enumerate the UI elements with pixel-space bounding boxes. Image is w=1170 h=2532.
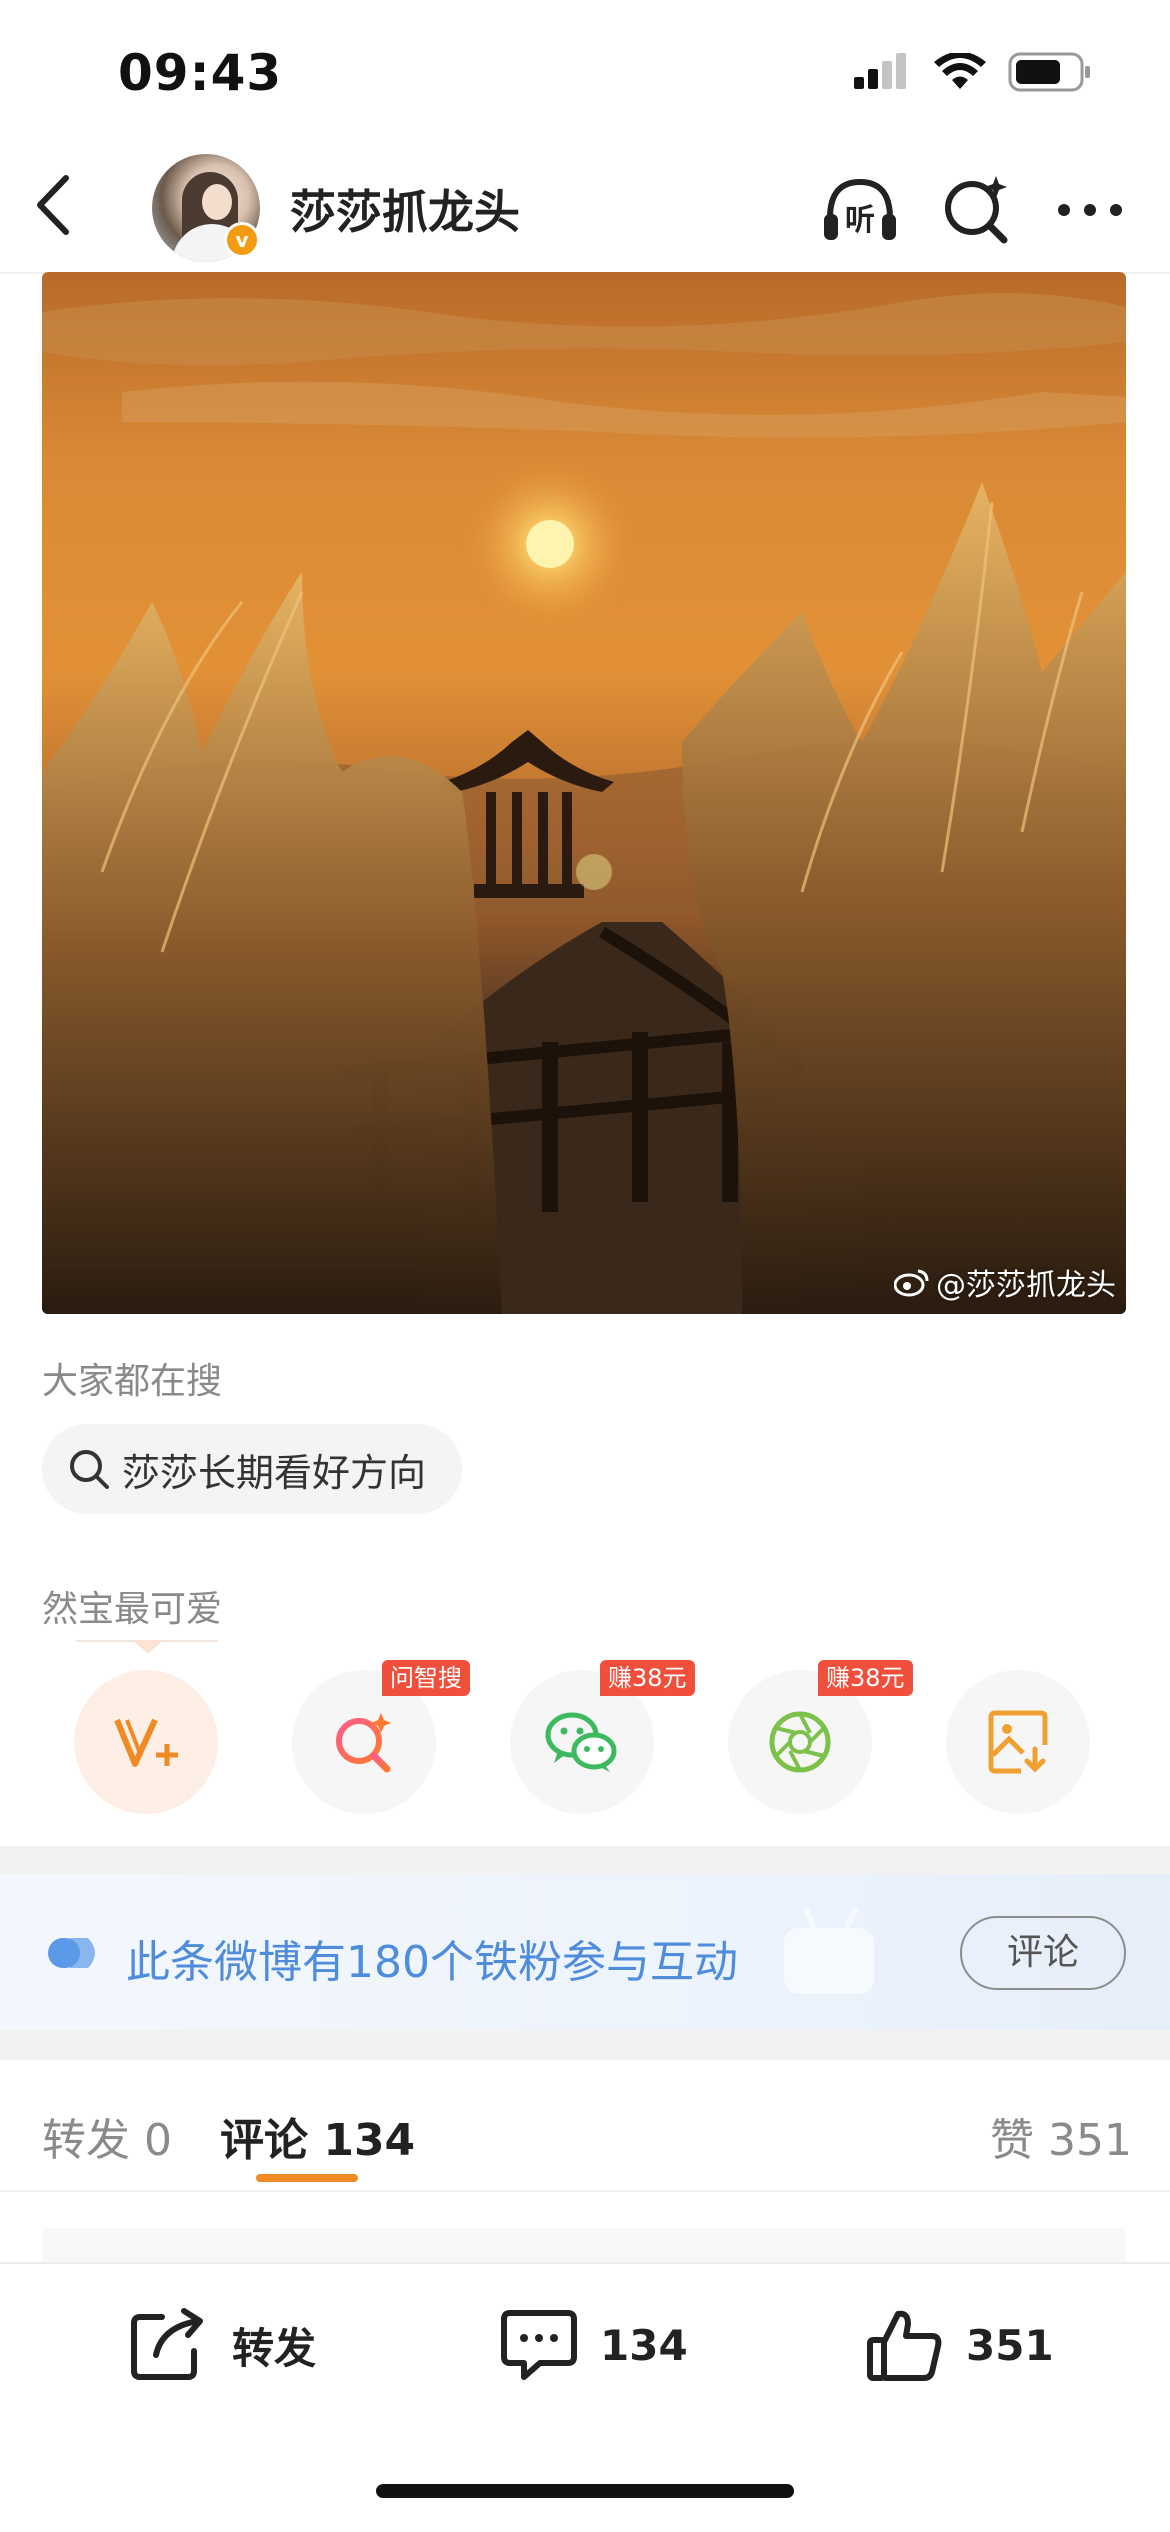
tab-repost-count: 0 — [144, 2115, 172, 2166]
ai-search-share-button[interactable]: 问智搜 — [292, 1660, 470, 1814]
post-image[interactable]: @莎莎抓龙头 — [42, 272, 1126, 1314]
tab-repost-label: 转发 — [42, 2115, 130, 2166]
home-indicator — [376, 2484, 794, 2498]
ai-search-icon[interactable] — [936, 170, 1016, 250]
tab-comment[interactable]: 评论 134 — [220, 2104, 415, 2168]
moments-share-button[interactable]: 赚38元 — [728, 1660, 913, 1814]
watermark-text: @莎莎抓龙头 — [936, 1268, 1116, 1303]
action-badge: 问智搜 — [382, 1660, 470, 1696]
tab-like[interactable]: 赞 351 — [990, 2104, 1132, 2168]
listen-label: 听 — [845, 203, 875, 238]
status-bar: 09:43 — [0, 0, 1170, 140]
engagement-tabs: 转发 0 评论 134 赞 351 — [0, 2062, 1170, 2192]
back-icon[interactable] — [26, 170, 86, 240]
trending-search-text: 莎莎长期看好方向 — [122, 1450, 427, 1495]
tab-comment-label: 评论 — [220, 2115, 308, 2166]
tab-comment-count: 134 — [323, 2115, 416, 2166]
vplus-icon — [114, 1718, 178, 1767]
save-image-icon — [988, 1710, 1048, 1774]
tab-like-count: 351 — [1048, 2115, 1132, 2166]
fan-comment-button[interactable]: 评论 — [960, 1916, 1126, 1990]
post-header: v 莎莎抓龙头 听 — [0, 140, 1170, 274]
fan-badge-icon — [48, 1938, 95, 1968]
like-button[interactable]: 351 — [866, 2300, 1054, 2390]
listen-headphones-icon[interactable]: 听 — [820, 170, 900, 250]
cellular-signal-icon — [854, 53, 906, 89]
weibo-logo-icon — [894, 1269, 929, 1297]
ai-search-share-icon — [336, 1713, 391, 1773]
moments-icon — [769, 1711, 831, 1773]
action-badge: 赚38元 — [600, 1660, 695, 1696]
active-tab-indicator — [256, 2174, 358, 2182]
sunset-pavilion-photo — [42, 272, 1126, 1314]
image-watermark: @莎莎抓龙头 — [894, 1260, 1116, 1304]
verified-badge: v — [224, 222, 260, 258]
section-divider — [0, 1846, 1170, 1876]
wechat-share-button[interactable]: 赚38元 — [510, 1660, 695, 1814]
search-icon — [70, 1450, 109, 1489]
repost-label: 转发 — [232, 2323, 317, 2373]
share-icon — [131, 2308, 203, 2380]
comment-icon — [501, 2310, 577, 2380]
like-count: 351 — [966, 2320, 1054, 2370]
wechat-icon — [545, 1712, 617, 1772]
tab-repost[interactable]: 转发 0 — [42, 2104, 172, 2168]
thumbs-up-icon — [867, 2310, 942, 2381]
fan-interaction-text: 此条微博有180个铁粉参与互动 — [126, 1937, 738, 1988]
tv-decoration-icon — [784, 1906, 874, 1994]
status-icons — [854, 52, 1092, 92]
repost-button[interactable]: 转发 — [128, 2300, 316, 2390]
vplus-button[interactable] — [74, 1670, 218, 1814]
comment-button[interactable]: 134 — [500, 2300, 688, 2390]
action-badge: 赚38元 — [818, 1660, 913, 1696]
wifi-icon — [934, 53, 986, 89]
fan-interaction-banner: 此条微博有180个铁粉参与互动 评论 — [0, 1874, 1170, 2030]
section-divider — [0, 2030, 1170, 2060]
comment-count: 134 — [600, 2320, 688, 2370]
share-actions-row: 问智搜 赚38元 赚38元 — [0, 1660, 1170, 1814]
more-options-icon[interactable] — [1050, 170, 1130, 250]
tab-like-label: 赞 — [990, 2115, 1034, 2166]
save-image-button[interactable] — [946, 1670, 1090, 1814]
user-tag: 然宝最可爱 — [42, 1589, 223, 1630]
trending-search-chip[interactable]: 莎莎长期看好方向 — [42, 1424, 463, 1514]
user-tag-caret — [132, 1640, 164, 1654]
battery-icon — [1008, 52, 1090, 92]
username[interactable]: 莎莎抓龙头 — [290, 176, 520, 242]
trending-search-heading: 大家都在搜 — [42, 1361, 223, 1402]
status-time: 09:43 — [118, 44, 283, 102]
